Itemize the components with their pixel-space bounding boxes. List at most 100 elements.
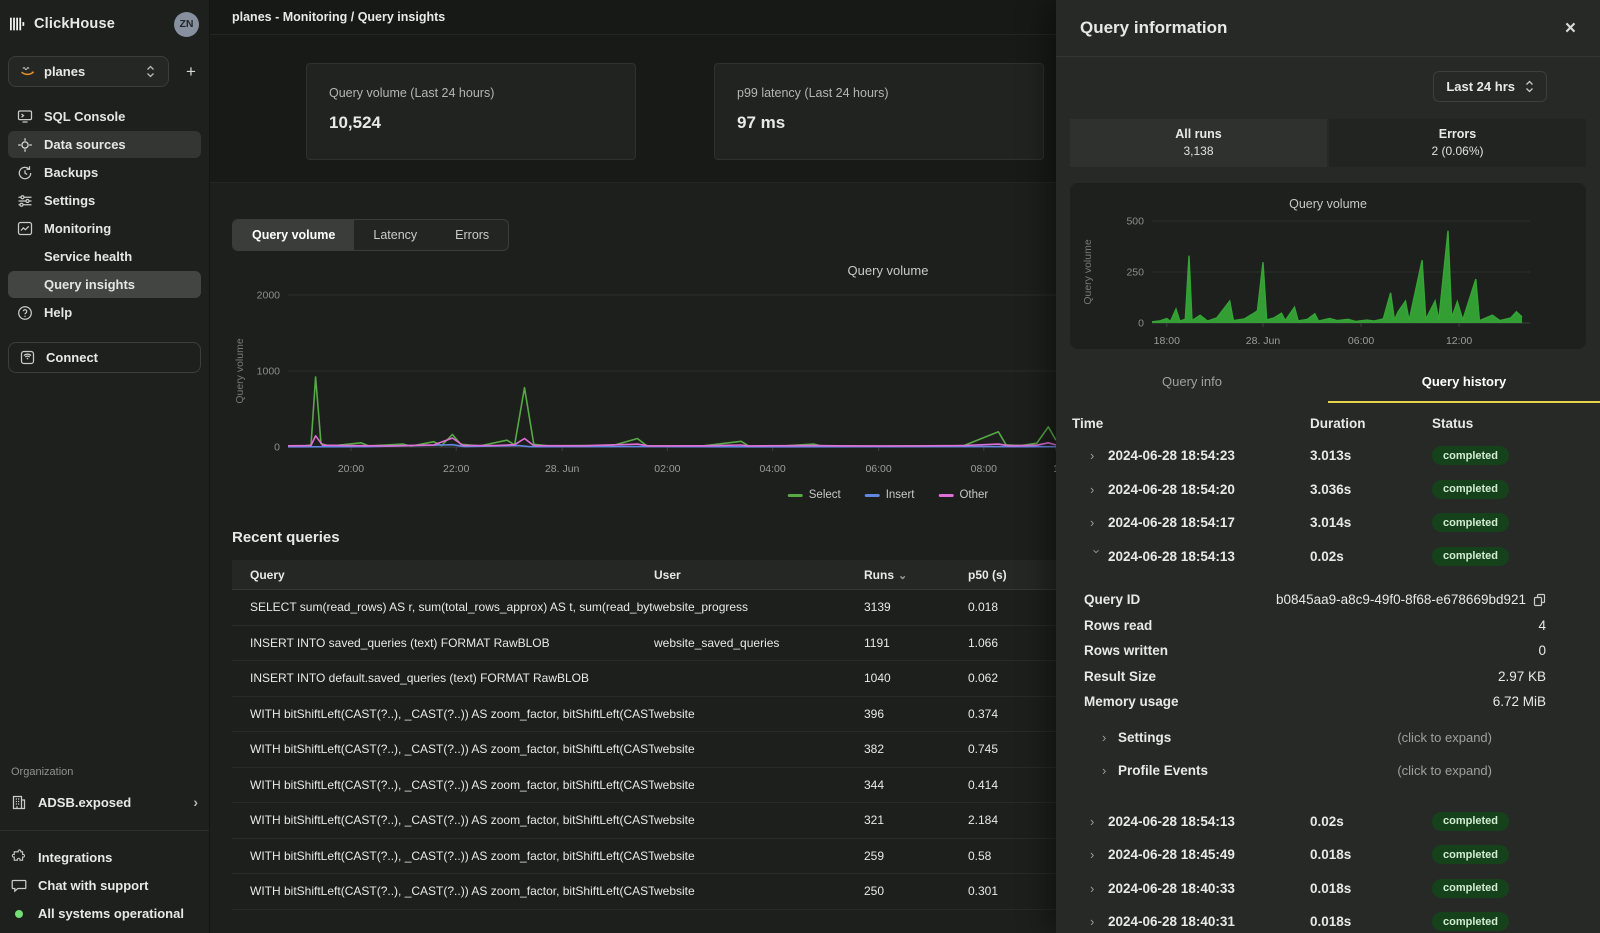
table-row[interactable]: WITH bitShiftLeft(CAST(?..), _CAST(?..))… xyxy=(232,732,1056,768)
chevron-right-icon[interactable]: › xyxy=(1090,881,1108,896)
sidebar-item-sql-console[interactable]: SQL Console xyxy=(8,103,201,130)
sidebar-item-settings[interactable]: Settings xyxy=(8,187,201,214)
chat-with-support-link[interactable]: Chat with support xyxy=(8,878,201,893)
close-icon[interactable]: × xyxy=(1565,19,1576,38)
time-range-select[interactable]: Last 24 hrs xyxy=(1433,71,1547,102)
sidebar-item-monitoring[interactable]: Monitoring xyxy=(8,215,201,242)
add-workspace-button[interactable]: + xyxy=(181,62,201,82)
table-row[interactable]: INSERT INTO saved_queries (text) FORMAT … xyxy=(232,626,1056,662)
query-volume-chart: Query volume 01000200020:0022:0028. Jun0… xyxy=(232,261,1056,503)
chevron-right-icon[interactable]: › xyxy=(1090,549,1105,567)
history-duration: 3.036s xyxy=(1310,482,1432,497)
query-details: Query ID b0845aa9-a8c9-49f0-8f68-e678669… xyxy=(1056,573,1600,791)
legend-item-insert[interactable]: Insert xyxy=(865,489,915,501)
segment-errors[interactable]: Errors 2 (0.06%) xyxy=(1329,119,1586,167)
status-badge: completed xyxy=(1432,446,1509,465)
legend-item-other[interactable]: Other xyxy=(938,489,988,501)
table-row[interactable]: INSERT INTO default.saved_queries (text)… xyxy=(232,661,1056,697)
p50-cell: 0.745 xyxy=(968,742,1056,756)
expander-hint: (click to expand) xyxy=(1397,730,1492,745)
history-row[interactable]: › 2024-06-28 18:54:23 3.013s completed xyxy=(1056,439,1600,473)
topbar: planes - Monitoring / Query insights xyxy=(210,0,1056,35)
connect-button[interactable]: Connect xyxy=(8,342,201,373)
history-status: completed xyxy=(1432,547,1600,566)
tab-latency[interactable]: Latency xyxy=(354,220,436,250)
legend-item-select[interactable]: Select xyxy=(788,489,841,501)
query-cell: SELECT sum(read_rows) AS r, sum(total_ro… xyxy=(232,600,654,614)
sidebar-item-service-health[interactable]: Service health xyxy=(8,243,201,270)
history-duration: 0.018s xyxy=(1310,847,1432,862)
column-header-user[interactable]: User xyxy=(654,568,864,582)
avatar[interactable]: ZN xyxy=(174,12,199,37)
status-badge: completed xyxy=(1432,547,1509,566)
svg-text:250: 250 xyxy=(1126,267,1144,279)
tab-query-info[interactable]: Query info xyxy=(1056,364,1328,403)
sidebar-item-label: SQL Console xyxy=(44,109,125,124)
history-row[interactable]: › 2024-06-28 18:45:49 0.018s completed xyxy=(1056,838,1600,872)
column-header-query[interactable]: Query xyxy=(232,568,654,582)
history-header-row: Time Duration Status xyxy=(1056,403,1600,439)
sidebar-item-backups[interactable]: Backups xyxy=(8,159,201,186)
user-cell: website_saved_queries xyxy=(654,636,864,650)
runs-cell: 1040 xyxy=(864,671,968,685)
segment-value: 2 (0.06%) xyxy=(1329,144,1586,158)
settings-expander[interactable]: › Settings (click to expand) xyxy=(1084,721,1546,754)
table-row[interactable]: WITH bitShiftLeft(CAST(?..), _CAST(?..))… xyxy=(232,697,1056,733)
runs-cell: 3139 xyxy=(864,600,968,614)
main-content: Query volume Latency Errors Query volume… xyxy=(210,183,1056,933)
chart-canvas[interactable]: 01000200020:0022:0028. Jun02:0004:0006:0… xyxy=(232,281,1056,477)
tab-query-history[interactable]: Query history xyxy=(1328,364,1600,403)
chevron-right-icon[interactable]: › xyxy=(1090,448,1108,463)
integrations-link[interactable]: Integrations xyxy=(8,849,201,865)
table-row[interactable]: WITH bitShiftLeft(CAST(?..), _CAST(?..))… xyxy=(232,803,1056,839)
organization-building-icon xyxy=(11,795,27,810)
status-badge: completed xyxy=(1432,845,1509,864)
p99-latency-stat-card: p99 latency (Last 24 hours) 97 ms xyxy=(714,63,1044,160)
chevron-right-icon[interactable]: › xyxy=(1090,847,1108,862)
system-status-link[interactable]: All systems operational xyxy=(8,906,201,921)
aws-icon xyxy=(19,66,35,77)
chart-canvas[interactable]: 025050018:0028. Jun06:0012:00Query volum… xyxy=(1080,211,1576,349)
column-header-duration: Duration xyxy=(1310,416,1432,431)
history-row[interactable]: › 2024-06-28 18:54:20 3.036s completed xyxy=(1056,473,1600,507)
svg-text:22:00: 22:00 xyxy=(443,463,469,475)
history-row[interactable]: › 2024-06-28 18:40:33 0.018s completed xyxy=(1056,872,1600,906)
sidebar-item-label: Data sources xyxy=(44,137,126,152)
sidebar-item-query-insights[interactable]: Query insights xyxy=(8,271,201,298)
runs-cell: 259 xyxy=(864,849,968,863)
column-header-p50[interactable]: p50 (s) xyxy=(968,568,1056,582)
chevron-right-icon[interactable]: › xyxy=(1090,914,1108,929)
copy-icon[interactable] xyxy=(1533,593,1546,607)
backups-icon xyxy=(17,165,33,181)
chevron-right-icon[interactable]: › xyxy=(1090,482,1108,497)
workspace-selector[interactable]: planes xyxy=(8,56,169,87)
profile-events-expander[interactable]: › Profile Events (click to expand) xyxy=(1084,754,1546,787)
chevron-right-icon[interactable]: › xyxy=(1090,814,1108,829)
chevron-right-icon[interactable]: › xyxy=(1090,515,1108,530)
history-status: completed xyxy=(1432,812,1600,831)
history-row[interactable]: › 2024-06-28 18:40:31 0.018s completed xyxy=(1056,905,1600,933)
history-time: 2024-06-28 18:54:13 xyxy=(1108,549,1310,564)
history-time: 2024-06-28 18:40:33 xyxy=(1108,881,1310,896)
tab-errors[interactable]: Errors xyxy=(436,220,508,250)
history-row[interactable]: › 2024-06-28 18:54:17 3.014s completed xyxy=(1056,506,1600,540)
query-cell: WITH bitShiftLeft(CAST(?..), _CAST(?..))… xyxy=(232,742,654,756)
sidebar-item-data-sources[interactable]: Data sources xyxy=(8,131,201,158)
table-row[interactable]: SELECT sum(read_rows) AS r, sum(total_ro… xyxy=(232,590,1056,626)
organization-selector[interactable]: ADSB.exposed › xyxy=(8,790,201,814)
user-cell: website xyxy=(654,813,864,827)
query-cell: WITH bitShiftLeft(CAST(?..), _CAST(?..))… xyxy=(232,778,654,792)
segment-all-runs[interactable]: All runs 3,138 xyxy=(1070,119,1327,167)
table-row[interactable]: WITH bitShiftLeft(CAST(?..), _CAST(?..))… xyxy=(232,839,1056,875)
table-row[interactable]: WITH bitShiftLeft(CAST(?..), _CAST(?..))… xyxy=(232,874,1056,910)
panel-title: Query information xyxy=(1080,18,1227,38)
tab-query-volume[interactable]: Query volume xyxy=(233,220,354,250)
table-row[interactable]: WITH bitShiftLeft(CAST(?..), _CAST(?..))… xyxy=(232,768,1056,804)
history-row[interactable]: › 2024-06-28 18:54:13 0.02s completed xyxy=(1056,805,1600,839)
svg-text:2000: 2000 xyxy=(257,290,281,302)
column-header-runs[interactable]: Runs⌄ xyxy=(864,568,968,582)
panel-tabs: Query info Query history xyxy=(1056,364,1600,403)
history-row[interactable]: › 2024-06-28 18:54:13 0.02s completed xyxy=(1056,540,1600,574)
sidebar-item-help[interactable]: Help xyxy=(8,299,201,326)
status-badge: completed xyxy=(1432,480,1509,499)
